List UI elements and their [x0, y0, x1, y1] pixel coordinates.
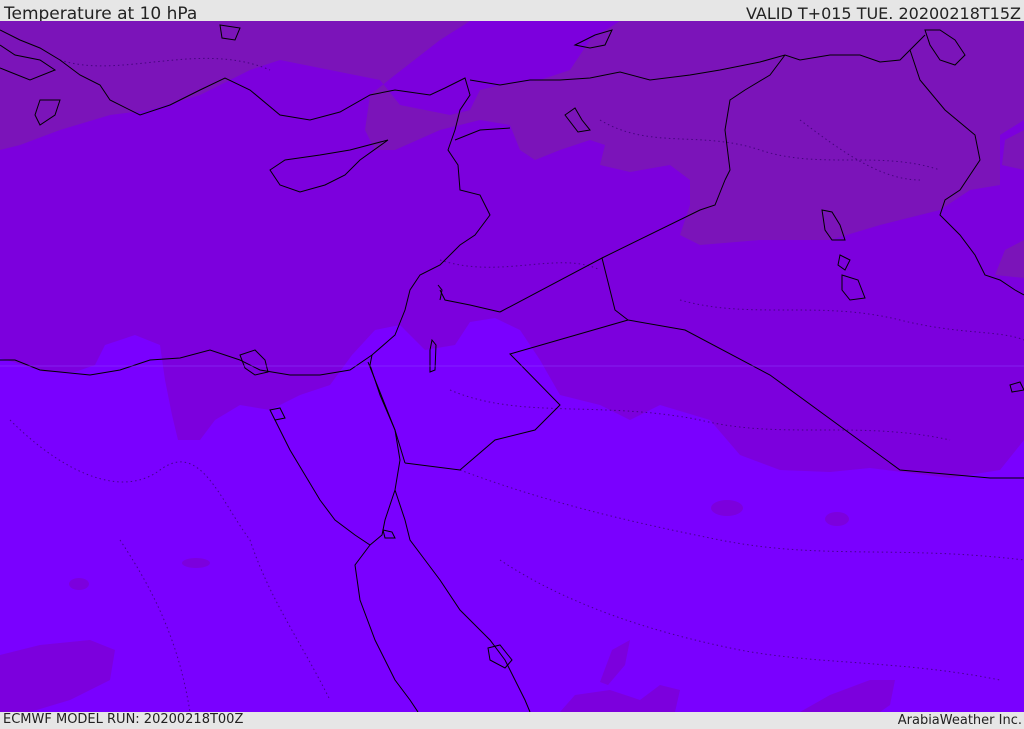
map-canvas	[0, 21, 1024, 712]
temperature-patch	[825, 512, 849, 526]
model-run-label: ECMWF MODEL RUN: 20200218T00Z	[3, 712, 244, 727]
footer-bar: ECMWF MODEL RUN: 20200218T00Z ArabiaWeat…	[0, 712, 1024, 729]
temperature-patch	[182, 558, 210, 568]
map-svg	[0, 21, 1024, 712]
temperature-patch	[69, 578, 89, 590]
temperature-patch	[711, 500, 743, 516]
header-bar: Temperature at 10 hPa VALID T+015 TUE. 2…	[0, 0, 1024, 24]
credit-label: ArabiaWeather Inc.	[897, 713, 1022, 728]
